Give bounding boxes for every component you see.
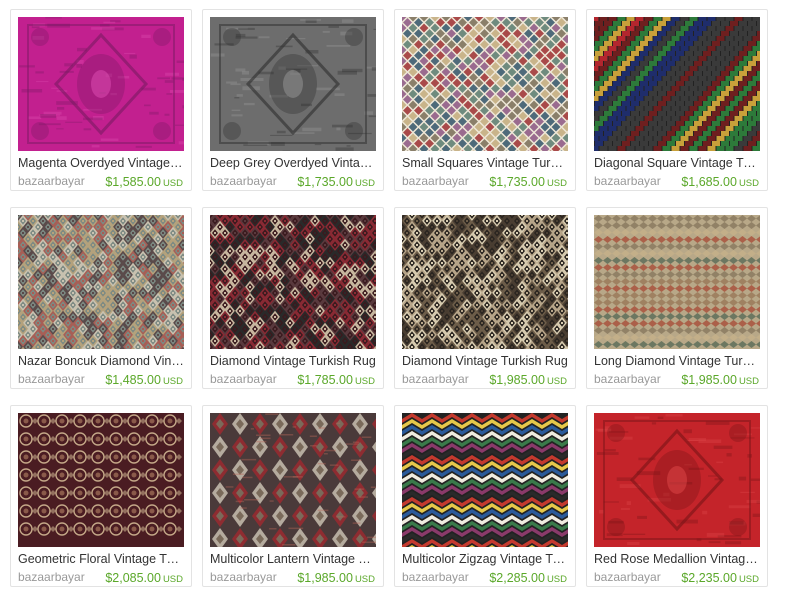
price-amount: $1,735.00 — [489, 175, 545, 189]
price-currency: USD — [354, 178, 375, 189]
price-currency: USD — [738, 178, 759, 189]
listing-card[interactable]: Multicolor Zigzag Vintage Tur... bazaarb… — [394, 405, 576, 587]
listing-price: $1,985.00 USD — [681, 373, 759, 389]
price-amount: $1,685.00 — [681, 175, 737, 189]
listing-image[interactable] — [402, 215, 568, 349]
price-amount: $1,785.00 — [297, 373, 353, 387]
listing-price: $1,735.00 USD — [297, 175, 375, 191]
price-amount: $2,085.00 — [105, 571, 161, 585]
listing-image[interactable] — [594, 17, 760, 151]
price-currency: USD — [162, 574, 183, 585]
price-currency: USD — [546, 178, 567, 189]
shop-name[interactable]: bazaarbayar — [594, 372, 661, 386]
listing-title[interactable]: Geometric Floral Vintage Tur... — [18, 552, 184, 567]
listing-title[interactable]: Small Squares Vintage Turkis... — [402, 156, 568, 171]
shop-name[interactable]: bazaarbayar — [402, 372, 469, 386]
listing-price: $2,085.00 USD — [105, 571, 183, 587]
listing-title[interactable]: Multicolor Zigzag Vintage Tur... — [402, 552, 568, 567]
listing-price: $1,685.00 USD — [681, 175, 759, 191]
listing-price: $1,985.00 USD — [297, 571, 375, 587]
listing-title[interactable]: Diagonal Square Vintage Tur... — [594, 156, 760, 171]
price-currency: USD — [162, 178, 183, 189]
shop-name[interactable]: bazaarbayar — [402, 174, 469, 188]
listing-title[interactable]: Magenta Overdyed Vintage T... — [18, 156, 184, 171]
listing-image[interactable] — [402, 17, 568, 151]
shop-name[interactable]: bazaarbayar — [210, 570, 277, 584]
listing-card[interactable]: Diagonal Square Vintage Tur... bazaarbay… — [586, 9, 768, 191]
listing-price: $1,785.00 USD — [297, 373, 375, 389]
shop-name[interactable]: bazaarbayar — [402, 570, 469, 584]
listing-title[interactable]: Nazar Boncuk Diamond Vinta... — [18, 354, 184, 369]
listing-card[interactable]: Nazar Boncuk Diamond Vinta... bazaarbaya… — [10, 207, 192, 389]
listing-card[interactable]: Diamond Vintage Turkish Rug bazaarbayar … — [394, 207, 576, 389]
listing-image[interactable] — [594, 413, 760, 547]
listing-image[interactable] — [18, 215, 184, 349]
price-currency: USD — [162, 376, 183, 387]
price-currency: USD — [546, 574, 567, 585]
listing-price: $1,585.00 USD — [105, 175, 183, 191]
listing-card[interactable]: Geometric Floral Vintage Tur... bazaarba… — [10, 405, 192, 587]
price-currency: USD — [738, 574, 759, 585]
shop-name[interactable]: bazaarbayar — [18, 174, 85, 188]
listing-title[interactable]: Long Diamond Vintage Turkis... — [594, 354, 760, 369]
price-currency: USD — [738, 376, 759, 387]
listing-card[interactable]: Multicolor Lantern Vintage Tu... bazaarb… — [202, 405, 384, 587]
listing-card[interactable]: Diamond Vintage Turkish Rug bazaarbayar … — [202, 207, 384, 389]
shop-name[interactable]: bazaarbayar — [210, 174, 277, 188]
price-amount: $1,585.00 — [105, 175, 161, 189]
listing-card[interactable]: Small Squares Vintage Turkis... bazaarba… — [394, 9, 576, 191]
listing-price: $2,285.00 USD — [489, 571, 567, 587]
listing-card[interactable]: Deep Grey Overdyed Vintage... bazaarbaya… — [202, 9, 384, 191]
listing-title[interactable]: Multicolor Lantern Vintage Tu... — [210, 552, 376, 567]
shop-name[interactable]: bazaarbayar — [18, 570, 85, 584]
price-amount: $2,285.00 — [489, 571, 545, 585]
shop-name[interactable]: bazaarbayar — [594, 570, 661, 584]
listing-image[interactable] — [210, 413, 376, 547]
listing-image[interactable] — [210, 215, 376, 349]
price-amount: $1,985.00 — [489, 373, 545, 387]
price-amount: $1,735.00 — [297, 175, 353, 189]
listing-image[interactable] — [594, 215, 760, 349]
listing-price: $2,235.00 USD — [681, 571, 759, 587]
listing-image[interactable] — [18, 17, 184, 151]
listing-title[interactable]: Deep Grey Overdyed Vintage... — [210, 156, 376, 171]
listing-title[interactable]: Diamond Vintage Turkish Rug — [402, 354, 568, 369]
listing-title[interactable]: Red Rose Medallion Vintage ... — [594, 552, 760, 567]
listing-image[interactable] — [210, 17, 376, 151]
listing-card[interactable]: Magenta Overdyed Vintage T... bazaarbaya… — [10, 9, 192, 191]
listing-image[interactable] — [18, 413, 184, 547]
listing-card[interactable]: Red Rose Medallion Vintage ... bazaarbay… — [586, 405, 768, 587]
shop-name[interactable]: bazaarbayar — [594, 174, 661, 188]
listing-price: $1,985.00 USD — [489, 373, 567, 389]
listing-image[interactable] — [402, 413, 568, 547]
listing-price: $1,735.00 USD — [489, 175, 567, 191]
price-amount: $1,985.00 — [297, 571, 353, 585]
price-currency: USD — [354, 376, 375, 387]
listing-price: $1,485.00 USD — [105, 373, 183, 389]
shop-name[interactable]: bazaarbayar — [18, 372, 85, 386]
listing-title[interactable]: Diamond Vintage Turkish Rug — [210, 354, 376, 369]
price-currency: USD — [546, 376, 567, 387]
price-amount: $2,235.00 — [681, 571, 737, 585]
price-currency: USD — [354, 574, 375, 585]
listing-card[interactable]: Long Diamond Vintage Turkis... bazaarbay… — [586, 207, 768, 389]
price-amount: $1,985.00 — [681, 373, 737, 387]
shop-name[interactable]: bazaarbayar — [210, 372, 277, 386]
price-amount: $1,485.00 — [105, 373, 161, 387]
